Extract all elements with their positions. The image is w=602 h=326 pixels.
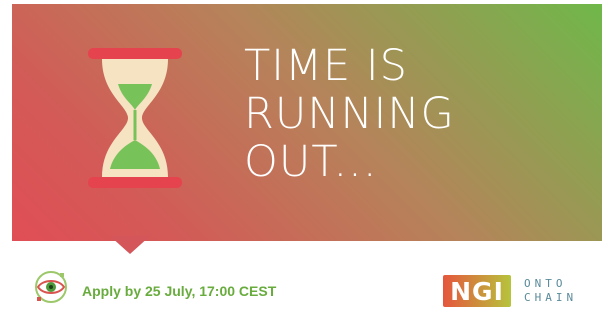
apply-deadline-text: Apply by 25 July, 17:00 CEST bbox=[82, 283, 277, 299]
onto-text: ONTO bbox=[524, 277, 567, 290]
ngi-logo: NGI bbox=[443, 275, 511, 307]
hourglass-icon bbox=[88, 48, 182, 188]
eye-logo-icon bbox=[35, 271, 67, 303]
onto-chain-label: ONTO CHAIN bbox=[524, 277, 577, 305]
headline-line-1: TIME IS bbox=[244, 41, 408, 91]
banner-pointer bbox=[110, 236, 150, 254]
headline: TIME IS RUNNING OUT... bbox=[244, 42, 455, 186]
headline-line-3: OUT... bbox=[244, 137, 378, 187]
hero-banner: TIME IS RUNNING OUT... bbox=[12, 4, 602, 241]
ngi-logo-text: NGI bbox=[450, 276, 504, 306]
headline-line-2: RUNNING bbox=[244, 89, 455, 139]
chain-text: CHAIN bbox=[524, 291, 578, 304]
